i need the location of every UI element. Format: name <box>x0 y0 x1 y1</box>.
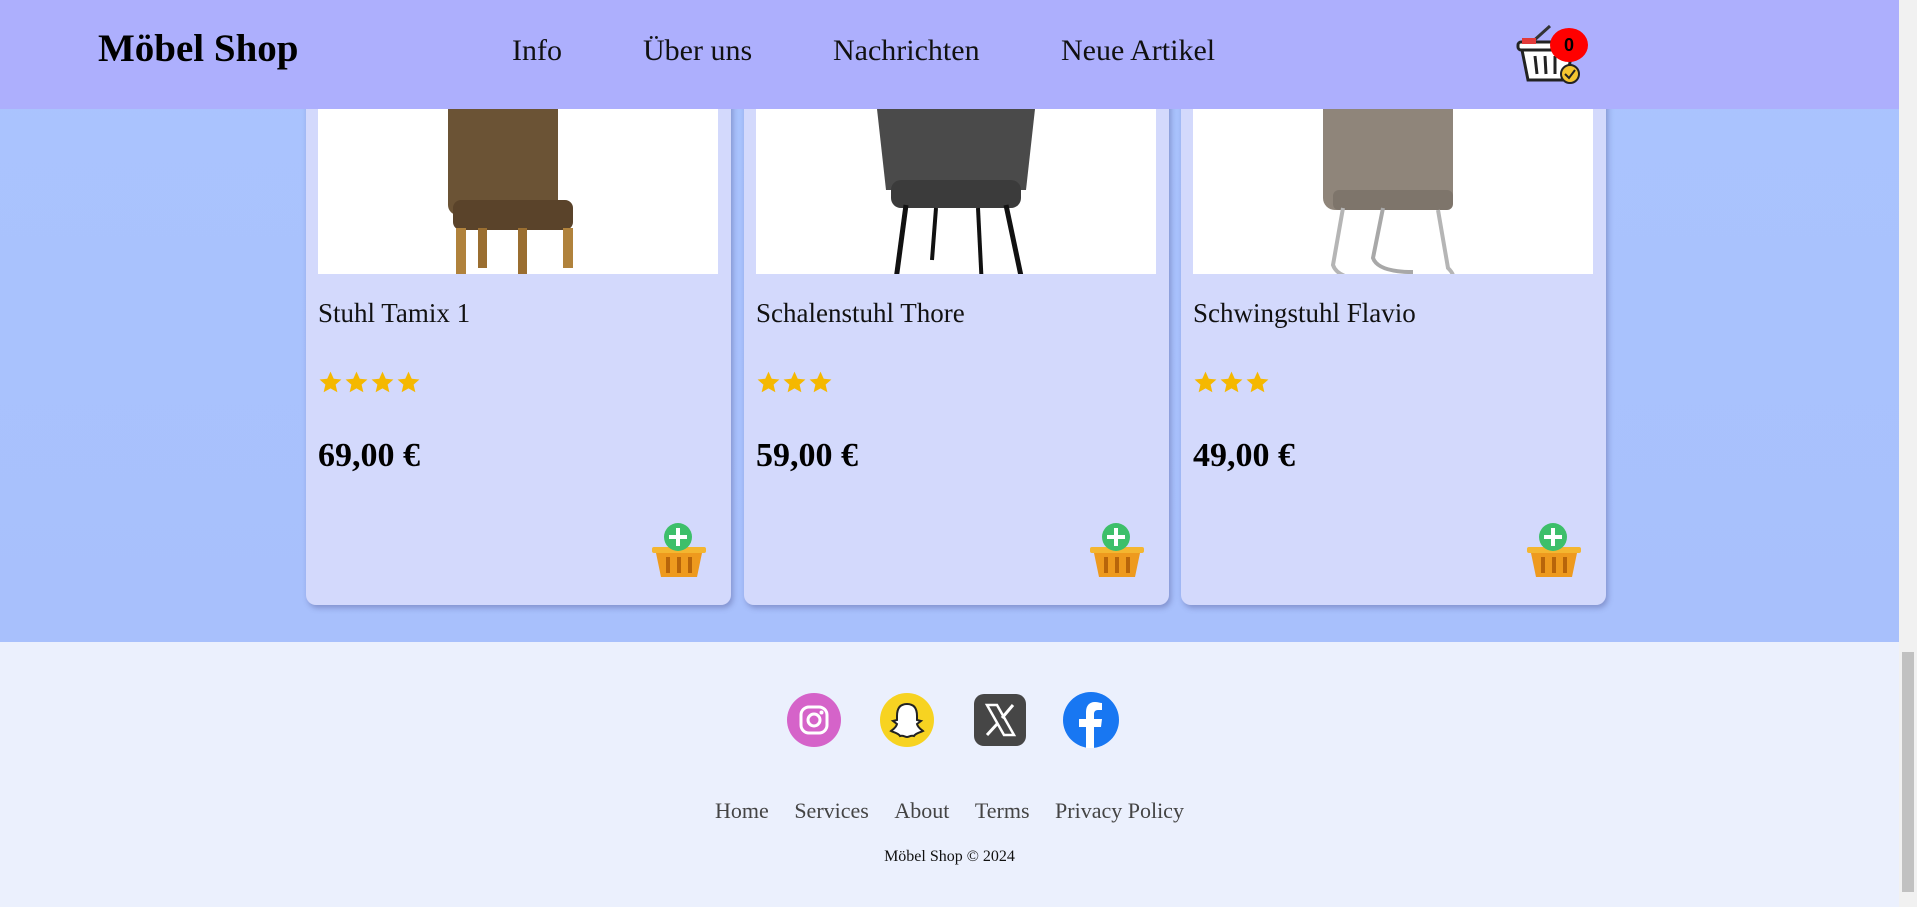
add-to-cart-button[interactable] <box>1525 521 1583 579</box>
snapchat-icon <box>880 693 934 747</box>
star-icon <box>1246 371 1269 393</box>
product-price: 59,00 € <box>756 437 858 474</box>
x-twitter-button[interactable] <box>972 692 1028 748</box>
snapchat-button[interactable] <box>879 692 935 748</box>
scrollbar-thumb[interactable] <box>1902 652 1914 892</box>
footer-link-privacy-policy[interactable]: Privacy Policy <box>1055 798 1184 823</box>
brand-logo[interactable]: Möbel Shop <box>98 26 298 71</box>
rating-stars <box>1193 370 1270 400</box>
star-icon <box>345 371 368 393</box>
star-icon <box>809 371 832 393</box>
star-icon <box>757 371 780 393</box>
product-title[interactable]: Schwingstuhl Flavio <box>1193 298 1416 329</box>
star-icon <box>397 371 420 393</box>
star-icon <box>319 371 342 393</box>
add-to-cart-icon <box>1527 523 1581 577</box>
add-to-cart-button[interactable] <box>650 521 708 579</box>
facebook-icon <box>1063 692 1119 748</box>
footer-link-services[interactable]: Services <box>794 798 869 823</box>
nav-link-info[interactable]: Info <box>512 34 562 68</box>
nav-link-nachrichten[interactable]: Nachrichten <box>833 34 980 68</box>
star-icon <box>371 371 394 393</box>
product-title[interactable]: Schalenstuhl Thore <box>756 298 965 329</box>
product-card: Stuhl Tamix 1 69,00 € <box>306 40 731 605</box>
star-icon <box>1194 371 1217 393</box>
product-price: 49,00 € <box>1193 437 1295 474</box>
x-icon <box>974 694 1026 746</box>
instagram-button[interactable] <box>786 692 842 748</box>
copyright-text: Möbel Shop © 2024 <box>884 848 1015 865</box>
product-card: Schwingstuhl Flavio 49,00 € <box>1181 40 1606 605</box>
rating-stars <box>318 370 421 400</box>
instagram-icon <box>787 693 841 747</box>
star-icon <box>783 371 806 393</box>
nav-link-ueber-uns[interactable]: Über uns <box>643 34 752 68</box>
facebook-button[interactable] <box>1063 692 1119 748</box>
product-price: 69,00 € <box>318 437 420 474</box>
product-card: Schalenstuhl Thore 59,00 € <box>744 40 1169 605</box>
footer-link-about[interactable]: About <box>894 798 949 823</box>
add-to-cart-button[interactable] <box>1088 521 1146 579</box>
footer-nav: Home Services About Terms Privacy Policy <box>0 798 1899 824</box>
product-title[interactable]: Stuhl Tamix 1 <box>318 298 470 329</box>
top-navbar: Möbel Shop Info Über uns Nachrichten Neu… <box>0 0 1899 109</box>
add-to-cart-icon <box>652 523 706 577</box>
cart-count-badge: 0 <box>1550 28 1588 62</box>
add-to-cart-icon <box>1090 523 1144 577</box>
star-icon <box>1220 371 1243 393</box>
rating-stars <box>756 370 833 400</box>
footer-link-home[interactable]: Home <box>715 798 769 823</box>
footer <box>0 642 1899 907</box>
nav-link-neue-artikel[interactable]: Neue Artikel <box>1061 34 1215 68</box>
footer-link-terms[interactable]: Terms <box>975 798 1030 823</box>
